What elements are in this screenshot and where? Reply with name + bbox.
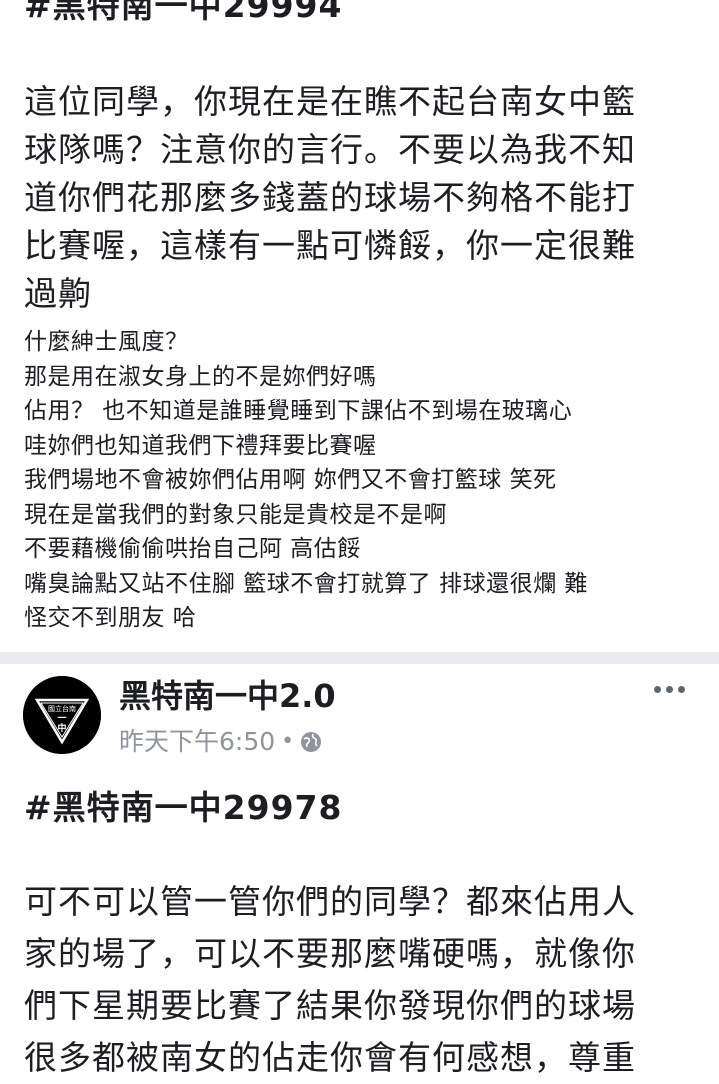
body-line: 什麼紳士風度？ <box>24 329 189 355</box>
body-line: 怪交不到朋友 哈 <box>24 605 197 631</box>
avatar[interactable]: 國立台南 一 中 <box>23 676 101 754</box>
post-text: 可不可以管一管你們的同學？都來佔用人 家的場了，可以不要那麼嘴硬嗎，就像你 們下… <box>24 876 694 1084</box>
body-line: 嘴臭論點又站不住腳 籃球不會打就算了 排球還很爛 難 <box>24 570 588 597</box>
school-logo-icon: 國立台南 一 中 <box>23 676 101 754</box>
post-headline: 這位同學，你現在是在瞧不起台南女中籃 球隊嗎？注意你的言行。不要以為我不知 道你… <box>24 78 694 318</box>
headline-line: 道你們花那麼多錢蓋的球場不夠格不能打 <box>24 178 636 217</box>
headline-line: 過齁 <box>24 274 92 313</box>
text-line: 可不可以管一管你們的同學？都來佔用人 <box>24 882 636 921</box>
post-1: #黑特南一中29994 這位同學，你現在是在瞧不起台南女中籃 球隊嗎？注意你的言… <box>0 0 719 650</box>
avatar-text-mid: 一 <box>57 714 66 724</box>
more-dot <box>666 686 673 693</box>
post-divider <box>0 652 719 664</box>
meta-separator: • <box>281 729 295 754</box>
post-hashtag[interactable]: #黑特南一中29978 <box>24 788 342 828</box>
headline-line: 比賽喔，這樣有一點可憐餒，你一定很難 <box>24 226 636 265</box>
body-line: 我們場地不會被妳們佔用啊 妳們又不會打籃球 笑死 <box>24 467 557 493</box>
body-line: 那是用在淑女身上的不是妳們好嗎 <box>24 363 377 390</box>
post-timestamp[interactable]: 昨天下午6:50 <box>119 726 275 758</box>
body-line: 哇妳們也知道我們下禮拜要比賽喔 <box>24 432 377 459</box>
page-name[interactable]: 黑特南一中2.0 <box>119 676 336 716</box>
more-dot <box>678 686 685 693</box>
post-hashtag[interactable]: #黑特南一中29994 <box>24 0 342 26</box>
more-options-icon[interactable] <box>654 686 685 693</box>
body-line: 佔用？ 也不知道是誰睡覺睡到下課佔不到場在玻璃心 <box>24 398 573 424</box>
avatar-text-bottom: 中 <box>57 722 66 734</box>
avatar-text-top: 國立台南 <box>48 704 76 713</box>
text-line: 家的場了，可以不要那麼嘴硬嗎，就像你 <box>24 934 636 973</box>
headline-line: 這位同學，你現在是在瞧不起台南女中籃 <box>24 82 636 121</box>
post-body: 什麼紳士風度？ 那是用在淑女身上的不是妳們好嗎 佔用？ 也不知道是誰睡覺睡到下課… <box>24 325 704 636</box>
post-meta: 昨天下午6:50 • <box>119 726 322 758</box>
headline-line: 球隊嗎？注意你的言行。不要以為我不知 <box>24 130 636 169</box>
body-line: 現在是當我們的對象只能是貴校是不是啊 <box>24 501 447 528</box>
more-dot <box>654 686 661 693</box>
post-2: 國立台南 一 中 黑特南一中2.0 昨天下午6:50 • #黑特南一中29978… <box>0 664 719 1077</box>
text-line: 們下星期要比賽了結果你發現你們的球場 <box>24 986 636 1025</box>
text-line: 很多都被南女的佔走你會有何感想，尊重 <box>24 1038 636 1077</box>
globe-icon <box>301 732 322 752</box>
body-line: 不要藉機偷偷哄抬自己阿 高估餒 <box>24 536 361 562</box>
